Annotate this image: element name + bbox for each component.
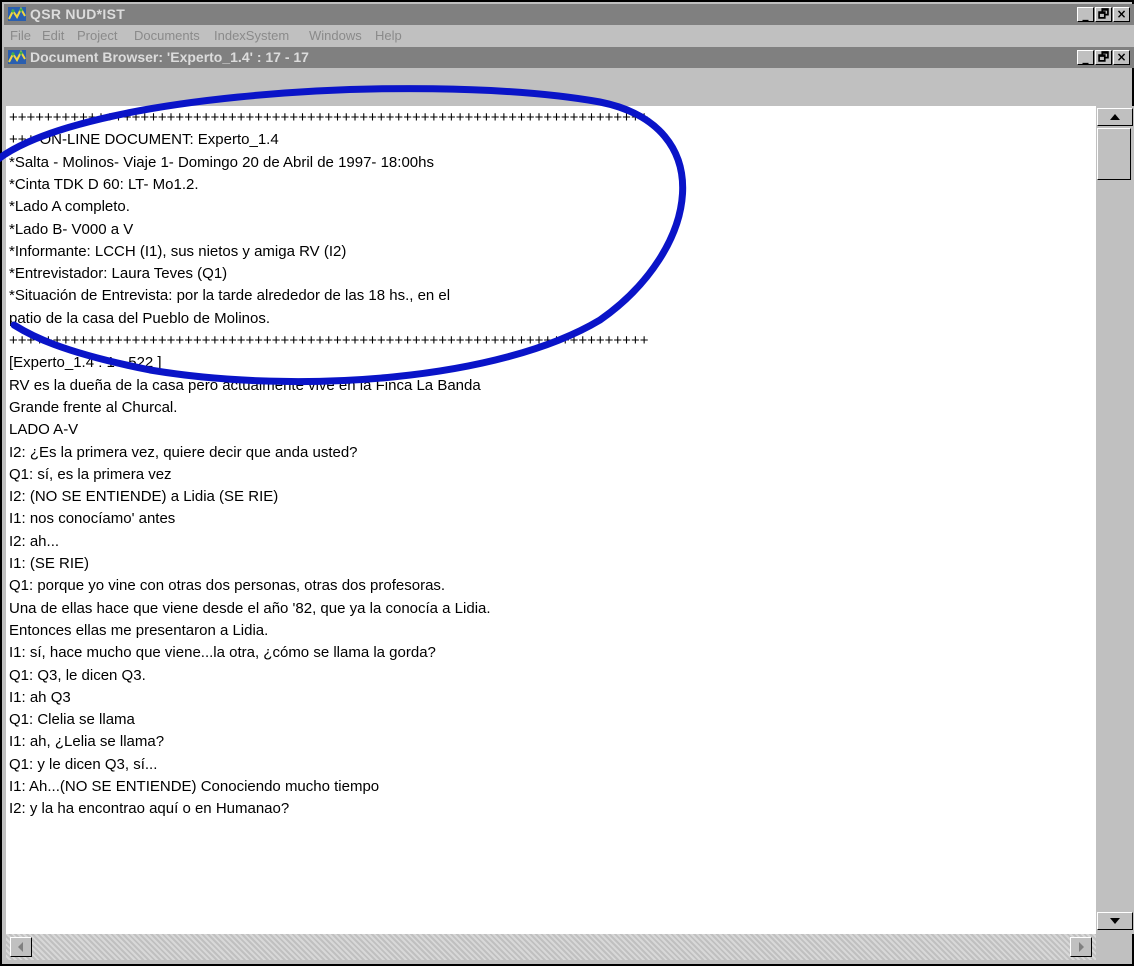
arrow-down-icon — [1110, 918, 1120, 924]
document-line: I1: ah, ¿Lelia se llama? — [9, 733, 165, 751]
document-line: I1: sí, hace mucho que viene...la otra, … — [9, 644, 436, 662]
document-line: *Cinta TDK D 60: LT- Mo1.2. — [9, 175, 199, 193]
scroll-thumb[interactable] — [1097, 128, 1131, 180]
document-line: +++ ON-LINE DOCUMENT: Experto_1.4 — [9, 131, 279, 149]
restore-button[interactable]: 🗗 — [1095, 7, 1112, 22]
document-line: I1: ah Q3 — [9, 688, 71, 706]
arrow-right-icon — [1079, 942, 1084, 952]
document-line: Q1: y le dicen Q3, sí... — [9, 755, 158, 773]
doc-restore-button[interactable]: 🗗 — [1095, 50, 1112, 65]
document-line: I2: ¿Es la primera vez, quiere decir que… — [9, 443, 358, 461]
document-line: I2: ah... — [9, 532, 60, 550]
close-button[interactable]: × — [1113, 7, 1130, 22]
document-line: I2: (NO SE ENTIENDE) a Lidia (SE RIE) — [9, 488, 279, 506]
document-line: RV es la dueña de la casa pero actualmen… — [9, 376, 481, 394]
horizontal-scrollbar[interactable] — [6, 934, 1096, 960]
menu-indexsystem[interactable]: IndexSystem — [214, 28, 289, 43]
doc-minimize-button[interactable]: _ — [1077, 50, 1094, 65]
document-line: LADO A-V — [9, 421, 79, 439]
document-line: I1: (SE RIE) — [9, 555, 90, 572]
document-icon — [8, 50, 26, 64]
document-line: *Entrevistador: Laura Teves (Q1) — [9, 265, 228, 283]
scroll-right-button[interactable] — [1070, 937, 1092, 957]
app-titlebar[interactable]: QSR NUD*IST _ 🗗 × — [4, 4, 1134, 25]
document-line: Q1: Q3, le dicen Q3. — [9, 666, 146, 684]
document-text-area[interactable]: ++++++++++++++++++++++++++++++++++++++++… — [6, 106, 1096, 934]
menu-file[interactable]: File — [10, 28, 31, 43]
document-line: [Experto_1.4 : 1 - 522 ] — [9, 354, 162, 372]
vertical-scrollbar[interactable] — [1096, 106, 1134, 934]
scroll-left-button[interactable] — [10, 937, 32, 957]
arrow-up-icon — [1110, 114, 1120, 120]
menu-project[interactable]: Project — [77, 28, 117, 43]
scroll-up-button[interactable] — [1097, 108, 1133, 126]
document-line: I1: Ah...(NO SE ENTIENDE) Conociendo muc… — [9, 778, 380, 795]
document-line: patio de la casa del Pueblo de Molinos. — [9, 309, 271, 327]
document-line: Q1: sí, es la primera vez — [9, 465, 172, 483]
document-line: ++++++++++++++++++++++++++++++++++++++++… — [9, 109, 649, 126]
menu-bar: File Edit Project Documents IndexSystem … — [4, 25, 1134, 47]
document-line: I1: nos conocíamo' antes — [9, 510, 176, 528]
doc-close-button[interactable]: × — [1113, 50, 1130, 65]
document-line: Una de ellas hace que viene desde el año… — [9, 599, 491, 617]
document-browser-titlebar[interactable]: Document Browser: 'Experto_1.4' : 17 - 1… — [4, 47, 1134, 68]
app-title: QSR NUD*IST — [30, 6, 126, 22]
document-line: *Situación de Entrevista: por la tarde a… — [9, 287, 451, 305]
document-line: *Informante: LCCH (I1), sus nietos y ami… — [9, 242, 347, 260]
document-line: I2: y la ha encontrao aquí o en Humanao? — [9, 800, 290, 818]
document-line: Entonces ellas me presentaron a Lidia. — [9, 621, 269, 639]
scroll-down-button[interactable] — [1097, 912, 1133, 930]
document-line: Q1: porque yo vine con otras dos persona… — [9, 577, 446, 595]
arrow-left-icon — [18, 942, 23, 952]
document-line: *Lado B- V000 a V — [9, 220, 134, 238]
menu-windows[interactable]: Windows — [309, 28, 362, 43]
menu-edit[interactable]: Edit — [42, 28, 64, 43]
menu-help[interactable]: Help — [375, 28, 402, 43]
document-line: Q1: Clelia se llama — [9, 711, 135, 729]
document-browser-title: Document Browser: 'Experto_1.4' : 17 - 1… — [30, 49, 309, 65]
minimize-button[interactable]: _ — [1077, 7, 1094, 22]
document-line: *Lado A completo. — [9, 198, 130, 216]
menu-documents[interactable]: Documents — [134, 28, 200, 43]
document-line: ++++++++++++++++++++++++++++++++++++++++… — [9, 332, 649, 349]
app-icon — [8, 7, 26, 21]
document-line: *Salta - Molinos- Viaje 1- Domingo 20 de… — [9, 153, 434, 171]
document-line: Grande frente al Churcal. — [9, 398, 178, 416]
